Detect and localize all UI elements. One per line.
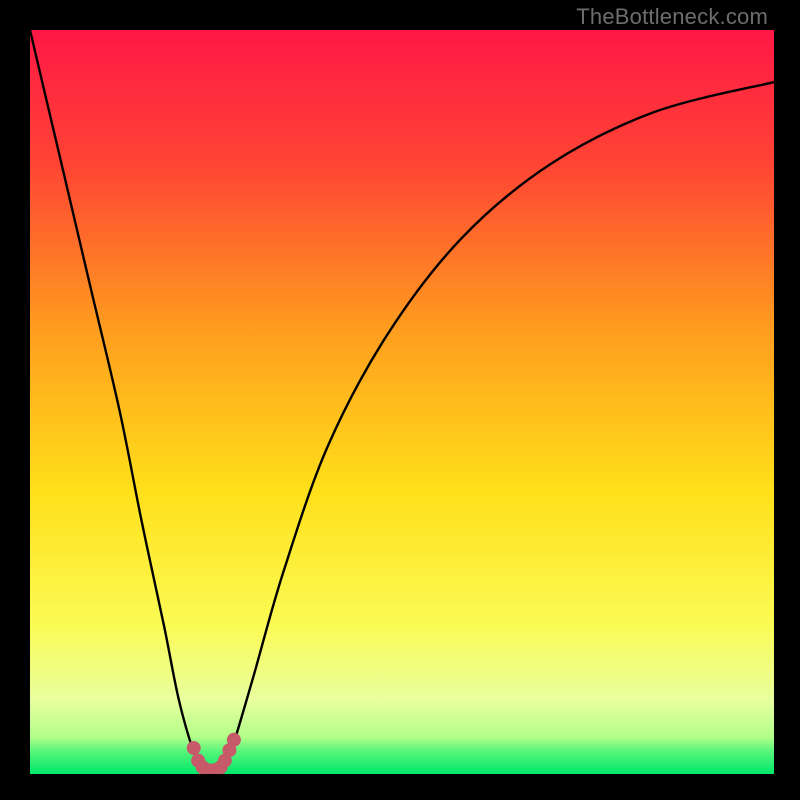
chart-frame: TheBottleneck.com <box>0 0 800 800</box>
optimal-marker <box>187 733 241 774</box>
watermark-text: TheBottleneck.com <box>576 4 768 30</box>
bottleneck-curve <box>30 30 774 774</box>
marker-dot <box>187 741 201 755</box>
marker-dot <box>227 733 241 747</box>
curve-layer <box>30 30 774 774</box>
plot-area <box>30 30 774 774</box>
